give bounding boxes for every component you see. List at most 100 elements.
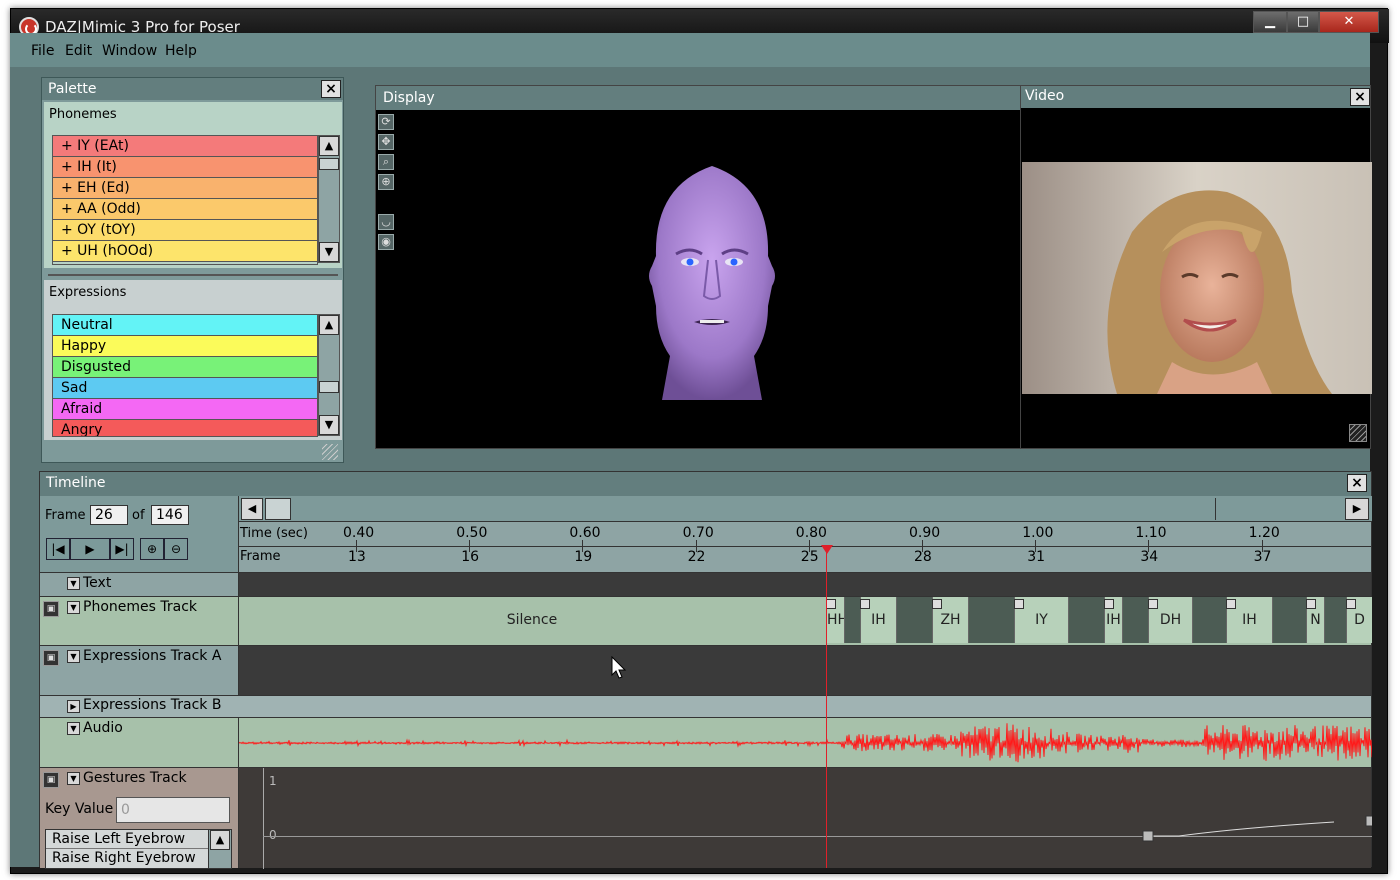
- phoneme-gap: [844, 597, 860, 643]
- phonemes-track[interactable]: Silence HH IH ZH IY IH DH IH N D: [238, 596, 1372, 645]
- minimize-button[interactable]: ▁: [1253, 11, 1287, 33]
- zoom-out-icon[interactable]: ⊖: [164, 538, 188, 560]
- collapse-icon[interactable]: ▼: [67, 722, 80, 735]
- collapse-icon[interactable]: ▼: [67, 650, 80, 663]
- collapse-icon[interactable]: ▼: [67, 577, 80, 590]
- keyframe-icon: [1306, 599, 1316, 609]
- phoneme-item[interactable]: + IY (EAt): [53, 136, 317, 157]
- playhead-marker-icon[interactable]: [821, 545, 833, 554]
- phoneme-block[interactable]: HH: [826, 597, 848, 643]
- phonemes-scrollbar[interactable]: ▲ ▼: [318, 135, 340, 263]
- phoneme-block[interactable]: IY: [1014, 597, 1068, 643]
- zoom-in-icon[interactable]: ⊕: [140, 538, 164, 560]
- expression-item[interactable]: Disgusted: [53, 357, 317, 378]
- lock-icon[interactable]: ▣: [43, 772, 59, 788]
- expression-item[interactable]: Afraid: [53, 399, 317, 420]
- phoneme-item[interactable]: + IH (It): [53, 157, 317, 178]
- tick-mark: [1148, 540, 1150, 552]
- time-ruler: ◀ ▶ Time (sec) Frame 0.40 13 0.50 16 0.60 19 0…: [238, 496, 1372, 572]
- scroll-left-icon[interactable]: ◀: [241, 498, 263, 520]
- expressions-a-track[interactable]: [238, 645, 1371, 695]
- scroll-up-icon[interactable]: ▲: [319, 315, 339, 335]
- collapse-icon[interactable]: ▼: [67, 601, 80, 614]
- audio-waveform: [239, 723, 1372, 763]
- of-label: of: [132, 508, 145, 523]
- gesture-item[interactable]: Raise Right Eyebrow: [46, 849, 209, 867]
- expressions-scrollbar[interactable]: ▲ ▼: [318, 314, 340, 436]
- phoneme-gap: [1122, 597, 1148, 643]
- expressions-b-track-header[interactable]: ▶ Expressions Track B: [40, 695, 1371, 717]
- text-track-header[interactable]: ▼ Text: [40, 572, 238, 596]
- phonemes-track-label: Phonemes Track: [83, 599, 197, 615]
- mouth-view-icon[interactable]: ◡: [378, 214, 394, 230]
- phoneme-block[interactable]: D: [1346, 597, 1372, 643]
- playhead[interactable]: [826, 548, 827, 868]
- lock-icon[interactable]: ▣: [43, 601, 59, 617]
- palette-close-button[interactable]: ×: [321, 80, 341, 98]
- expand-icon[interactable]: ▶: [67, 700, 80, 713]
- phoneme-block[interactable]: IH: [860, 597, 896, 643]
- timeline-close-button[interactable]: ×: [1347, 474, 1367, 492]
- rotate-tool-icon[interactable]: ⟳: [378, 114, 394, 130]
- move-tool-icon[interactable]: ✥: [378, 134, 394, 150]
- phoneme-block[interactable]: IH: [1226, 597, 1272, 643]
- phoneme-block-silence[interactable]: Silence: [239, 597, 825, 643]
- collapse-icon[interactable]: ▼: [67, 772, 80, 785]
- phoneme-item[interactable]: + UH (hOOd): [53, 241, 317, 262]
- menu-edit[interactable]: Edit: [65, 43, 92, 59]
- text-track[interactable]: [238, 572, 1371, 596]
- expression-item[interactable]: Sad: [53, 378, 317, 399]
- next-key-button[interactable]: ▶|: [110, 538, 134, 560]
- resize-grip-icon[interactable]: [1349, 424, 1367, 442]
- audio-track-header[interactable]: ▼ Audio: [40, 717, 238, 767]
- gesture-item[interactable]: Raise Left Eyebrow: [46, 830, 209, 849]
- menu-file[interactable]: File: [31, 43, 54, 59]
- zoom-tool-icon[interactable]: ⌕: [378, 154, 394, 170]
- scroll-thumb[interactable]: [319, 158, 339, 170]
- scroll-down-icon[interactable]: ▼: [319, 415, 339, 435]
- gestures-scrollbar[interactable]: ▲: [208, 829, 232, 869]
- phonemes-track-header[interactable]: ▣ ▼ Phonemes Track: [40, 596, 238, 645]
- expression-item[interactable]: Angry: [53, 420, 317, 437]
- resize-grip-icon[interactable]: [322, 444, 338, 460]
- phoneme-block[interactable]: DH: [1148, 597, 1192, 643]
- frame-input[interactable]: 26: [90, 505, 128, 525]
- gestures-track[interactable]: 1 0: [238, 767, 1372, 869]
- key-value-input[interactable]: 0: [116, 797, 230, 823]
- scroll-right-icon[interactable]: ▶: [1345, 498, 1369, 520]
- scroll-down-icon[interactable]: ▼: [319, 242, 339, 262]
- close-window-button[interactable]: ✕: [1319, 11, 1379, 33]
- expressions-b-track-label: Expressions Track B: [83, 697, 222, 713]
- play-button[interactable]: ▶: [70, 538, 110, 560]
- maximize-button[interactable]: □: [1287, 11, 1319, 33]
- phoneme-item[interactable]: + AA (Odd): [53, 199, 317, 220]
- phoneme-item[interactable]: + OY (tOY): [53, 220, 317, 241]
- 3d-head-model[interactable]: [642, 156, 782, 406]
- eye-view-icon[interactable]: ◉: [378, 234, 394, 250]
- menu-help[interactable]: Help: [165, 43, 197, 59]
- audio-track[interactable]: [238, 717, 1372, 767]
- scroll-up-icon[interactable]: ▲: [319, 136, 339, 156]
- expression-item[interactable]: Neutral: [53, 315, 317, 336]
- scroll-thumb[interactable]: [265, 498, 291, 520]
- target-tool-icon[interactable]: ⊕: [378, 174, 394, 190]
- scroll-up-icon[interactable]: ▲: [210, 830, 230, 850]
- expressions-a-track-header[interactable]: ▣ ▼ Expressions Track A: [40, 645, 238, 695]
- display-title: Display: [376, 86, 1020, 110]
- previous-key-button[interactable]: |◀: [46, 538, 70, 560]
- menu-window[interactable]: Window: [102, 43, 157, 59]
- video-close-button[interactable]: ×: [1350, 88, 1370, 106]
- scroll-thumb[interactable]: [319, 381, 339, 393]
- tick-mark: [582, 540, 584, 552]
- lock-icon[interactable]: ▣: [43, 650, 59, 666]
- gesture-curve: [1142, 815, 1372, 842]
- timeline-title: Timeline: [40, 472, 1371, 496]
- display-panel: Display ⟳ ✥ ⌕ ⊕ ◡ ◉: [375, 85, 1021, 449]
- phoneme-block[interactable]: IH: [1104, 597, 1122, 643]
- expression-item[interactable]: Happy: [53, 336, 317, 357]
- gestures-track-header[interactable]: ▣ ▼ Gestures Track Key Value 0 Raise Lef…: [40, 767, 238, 869]
- phoneme-item[interactable]: + EH (Ed): [53, 178, 317, 199]
- timeline-scrollbar[interactable]: ◀ ▶: [239, 496, 1372, 522]
- phoneme-block[interactable]: ZH: [932, 597, 968, 643]
- phoneme-block[interactable]: N: [1306, 597, 1324, 643]
